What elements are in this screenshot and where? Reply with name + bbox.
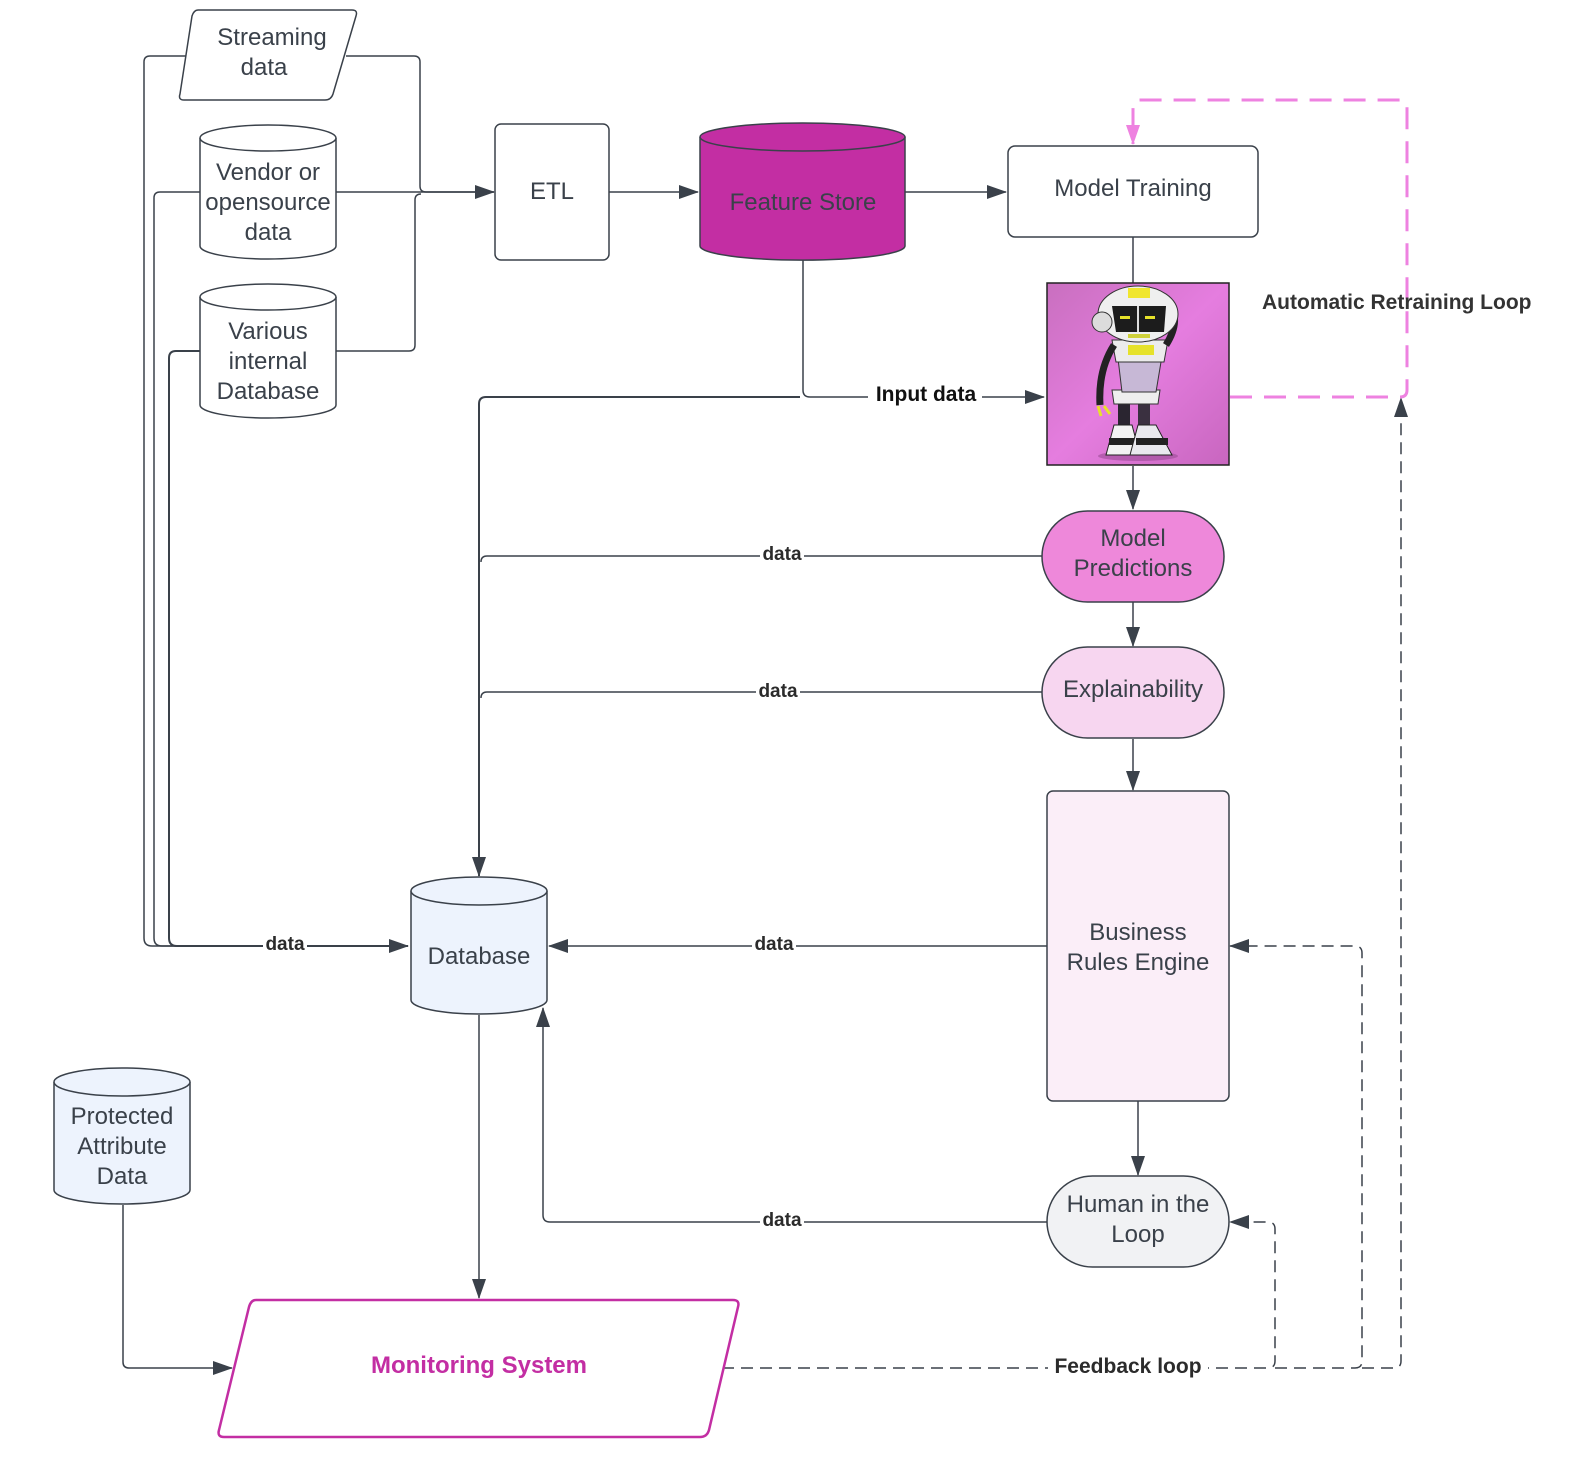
sources-data-label: data [265,934,305,955]
node-human-in-the-loop[interactable]: Human in the Loop [1046,1175,1230,1268]
etl-label: ETL [530,178,574,205]
protected-label-1: Protected [71,1103,174,1130]
retraining-loop-label: Automatic Retraining Loop [1262,291,1532,314]
node-database[interactable]: Database [410,876,548,1015]
node-explainability[interactable]: Explainability [1041,646,1225,739]
node-streaming-data[interactable]: Streaming data [178,9,358,101]
edge-labels: Input data data data data data data Feed… [263,291,1532,1380]
predictions-label-1: Model [1100,525,1165,552]
feedback-loop-label: Feedback loop [1054,1355,1201,1378]
edge-streaming-etl [346,55,495,199]
node-model-training[interactable]: Model Training [1007,145,1259,238]
node-protected-attribute-data[interactable]: Protected Attribute Data [53,1067,191,1205]
input-data-label: Input data [876,383,977,406]
explainability-data-label: data [758,681,798,702]
protected-label-3: Data [97,1163,148,1190]
vendor-label-2: opensource [205,189,330,216]
node-model-robot-image[interactable] [1046,282,1230,466]
human-data-label: data [762,1210,802,1231]
monitoring-label: Monitoring System [371,1352,587,1379]
predictions-label-2: Predictions [1074,555,1193,582]
human-label-2: Loop [1111,1221,1164,1248]
internal-label-1: Various [228,318,308,345]
ml-pipeline-diagram: Input data data data data data data Feed… [53,9,1532,1439]
explainability-label: Explainability [1063,676,1203,703]
human-label-1: Human in the [1067,1191,1210,1218]
vendor-label-1: Vendor or [216,159,320,186]
feature-store-label: Feature Store [730,189,877,216]
rules-label-2: Rules Engine [1067,949,1210,976]
edge-feature-store-database [472,396,800,877]
node-model-predictions[interactable]: Model Predictions [1041,510,1225,603]
edge-protected-monitoring [122,1205,233,1375]
predictions-data-label: data [762,544,802,565]
protected-label-2: Attribute [77,1133,166,1160]
edge-feature-store-model [802,258,1045,404]
node-feature-store[interactable]: Feature Store [699,122,906,261]
internal-label-2: internal [229,348,308,375]
internal-label-3: Database [217,378,320,405]
node-etl[interactable]: ETL [494,123,610,261]
node-monitoring-system[interactable]: Monitoring System [217,1298,740,1439]
node-internal-database[interactable]: Various internal Database [199,283,337,419]
edge-feedback-retraining [1362,397,1408,1369]
rules-label-1: Business [1089,919,1186,946]
database-label: Database [428,943,531,970]
edge-human-database [536,1007,1047,1223]
vendor-label-3: data [245,219,292,246]
model-training-label: Model Training [1054,175,1211,202]
edge-internal-etl [336,193,422,352]
node-vendor-data[interactable]: Vendor or opensource data [199,124,337,260]
streaming-label-2: data [241,54,288,81]
edge-internal-database [168,350,408,947]
streaming-label-1: Streaming [217,24,326,51]
node-business-rules-engine[interactable]: Business Rules Engine [1046,790,1230,1102]
edge-feedback-rules [1229,939,1363,1369]
rules-data-label: data [754,934,794,955]
